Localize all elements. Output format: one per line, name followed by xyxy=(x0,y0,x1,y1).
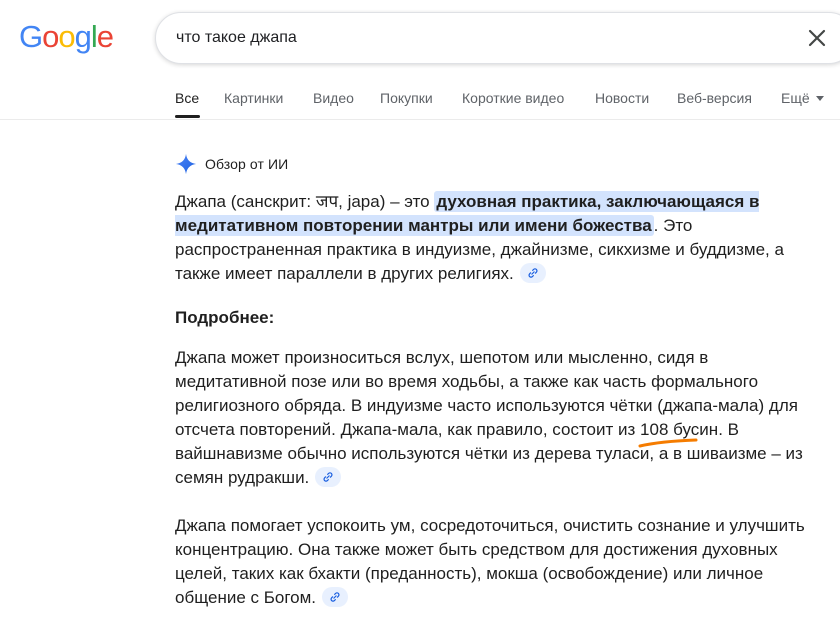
search-box xyxy=(155,12,840,64)
tab-more[interactable]: Ещё xyxy=(781,90,824,106)
search-input[interactable] xyxy=(176,13,776,63)
annotated-text: 108 бусин xyxy=(638,420,719,448)
tab-images[interactable]: Картинки xyxy=(224,90,283,106)
link-icon xyxy=(528,267,538,278)
link-icon xyxy=(323,471,333,482)
link-icon xyxy=(330,591,340,602)
source-link-button[interactable] xyxy=(322,586,349,607)
search-tabs: Все Картинки Видео Покупки Короткие виде… xyxy=(0,82,840,120)
ai-overview-header: Обзор от ИИ xyxy=(175,152,288,176)
logo-letter: o xyxy=(58,19,75,54)
tab-more-label: Ещё xyxy=(781,90,810,106)
logo-letter: G xyxy=(19,19,43,54)
logo-letter: g xyxy=(74,19,92,54)
source-link-button[interactable] xyxy=(315,466,342,487)
chevron-down-icon xyxy=(815,95,824,101)
logo-letter: e xyxy=(96,19,114,54)
summary-text: Джапа помогает успокоить ум, сосредоточи… xyxy=(175,516,805,607)
tab-all[interactable]: Все xyxy=(175,90,199,106)
details-paragraph: Джапа может произноситься вслух, шепотом… xyxy=(175,346,815,490)
tab-short-videos[interactable]: Короткие видео xyxy=(462,90,564,106)
tab-news[interactable]: Новости xyxy=(595,90,649,106)
tab-web[interactable]: Веб-версия xyxy=(677,90,752,106)
logo-letter: o xyxy=(42,19,59,54)
close-icon[interactable] xyxy=(806,27,828,49)
sparkle-icon xyxy=(175,153,197,175)
active-tab-indicator xyxy=(175,115,200,118)
source-link-button[interactable] xyxy=(519,262,546,283)
google-logo[interactable]: Google xyxy=(19,19,114,54)
tab-videos[interactable]: Видео xyxy=(313,90,354,106)
ai-overview-label: Обзор от ИИ xyxy=(205,156,289,172)
annotated-phrase: 108 бусин xyxy=(640,420,719,439)
summary-paragraph: Джапа помогает успокоить ум, сосредоточи… xyxy=(175,514,815,610)
intro-text: Джапа (санскрит: जप, japa) – это xyxy=(175,192,435,211)
intro-paragraph: Джапа (санскрит: जप, japa) – это духовна… xyxy=(175,190,815,286)
details-heading: Подробнее: xyxy=(175,308,275,327)
ai-overview-content: Джапа (санскрит: जप, japa) – это духовна… xyxy=(175,190,815,620)
tab-shopping[interactable]: Покупки xyxy=(380,90,433,106)
